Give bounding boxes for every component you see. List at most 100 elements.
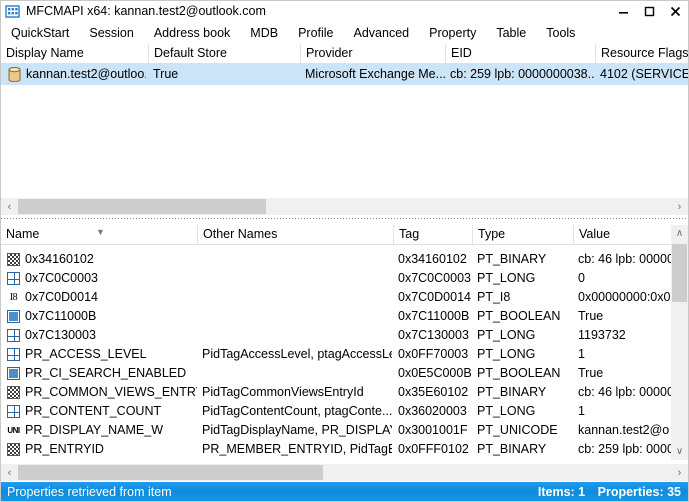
status-items-count: Items: 1: [537, 484, 586, 499]
long-icon: [7, 405, 20, 418]
property-cell-tag: 0x7C0D0014: [398, 290, 471, 304]
property-cell-value: True: [578, 309, 604, 323]
minimize-button[interactable]: [610, 1, 636, 22]
menu-item-mdb[interactable]: MDB: [240, 22, 288, 44]
property-cell-name: PR_CONTENT_COUNT: [25, 404, 162, 418]
property-column-tag[interactable]: Tag: [394, 225, 473, 244]
property-cell-type: PT_I8: [477, 290, 511, 304]
property-cell-type: PT_LONG: [477, 347, 536, 361]
binary-icon: [7, 253, 20, 266]
table-row[interactable]: 0x7C11000B 0x7C11000B PT_BOOLEAN True: [1, 307, 671, 326]
menu-item-address-book[interactable]: Address book: [144, 22, 240, 44]
property-cell-name: 0x7C0D0014: [25, 290, 98, 304]
property-cell-type: PT_BINARY: [477, 442, 547, 456]
vscroll-thumb[interactable]: [672, 244, 687, 302]
property-cell-tag: 0x7C0C0003: [398, 271, 471, 285]
property-list-vscrollbar[interactable]: ∧ ∨: [671, 225, 688, 460]
table-row[interactable]: PR_COMMON_VIEWS_ENTRYID PidTagCommonView…: [1, 383, 671, 402]
table-row[interactable]: 0x7C0C0003 0x7C0C0003 PT_LONG 0: [1, 269, 671, 288]
menu-bar: QuickStart Session Address book MDB Prof…: [1, 22, 688, 44]
menu-item-advanced[interactable]: Advanced: [344, 22, 420, 44]
menu-item-quickstart[interactable]: QuickStart: [1, 22, 79, 44]
property-cell-type: PT_LONG: [477, 328, 536, 342]
status-message: Properties retrieved from item: [7, 484, 172, 499]
title-bar: MFCMAPI x64: kannan.test2@outlook.com: [1, 1, 688, 22]
store-cell-display-name: kannan.test2@outloo...: [26, 67, 146, 81]
close-button[interactable]: [662, 1, 688, 22]
store-column-display-name[interactable]: Display Name: [1, 44, 149, 63]
hscroll-thumb[interactable]: [18, 199, 266, 214]
property-cell-value: cb: 259 lpb: 0000: [578, 442, 671, 456]
property-cell-value: 0x00000000:0x00: [578, 290, 671, 304]
property-cell-value: cb: 46 lpb: 00000: [578, 252, 671, 266]
property-cell-name: 0x7C0C0003: [25, 271, 98, 285]
property-cell-other-names: PidTagAccessLevel, ptagAccessLe...: [202, 347, 392, 361]
property-list-header: Name ▼ Other Names Tag Type Value: [1, 225, 671, 245]
sort-descending-icon: ▼: [96, 227, 105, 237]
store-list-row[interactable]: kannan.test2@outloo... True Microsoft Ex…: [1, 64, 688, 85]
property-cell-type: PT_BINARY: [477, 385, 547, 399]
hscroll-left-arrow-icon[interactable]: ‹: [1, 198, 18, 215]
property-column-value[interactable]: Value: [574, 225, 671, 244]
store-list-hscrollbar[interactable]: ‹ ›: [1, 198, 688, 215]
property-cell-other-names: PidTagContentCount, ptagConte...: [202, 404, 392, 418]
property-cell-name: 0x7C130003: [25, 328, 96, 342]
property-cell-other-names: [202, 288, 392, 307]
table-row[interactable]: I8 0x7C0D0014 0x7C0D0014 PT_I8 0x0000000…: [1, 288, 671, 307]
store-column-eid[interactable]: EID: [446, 44, 596, 63]
store-cylinder-icon: [8, 67, 21, 83]
property-column-type[interactable]: Type: [473, 225, 574, 244]
property-cell-other-names: [202, 269, 392, 288]
property-cell-tag: 0x35E60102: [398, 385, 469, 399]
table-row[interactable]: PR_ENTRYID PR_MEMBER_ENTRYID, PidTagEnt.…: [1, 440, 671, 459]
property-cell-name: PR_FINDER_ENTRYID: [25, 459, 197, 460]
splitter-grip: [1, 218, 688, 219]
property-cell-value: kannan.test2@o: [578, 423, 670, 437]
menu-item-property[interactable]: Property: [419, 22, 486, 44]
pane-splitter[interactable]: [1, 216, 688, 221]
property-column-other-names[interactable]: Other Names: [198, 225, 394, 244]
table-row[interactable]: PR_ACCESS_LEVEL PidTagAccessLevel, ptagA…: [1, 345, 671, 364]
property-cell-tag: 0x34160102: [398, 252, 467, 266]
hscroll-left-arrow-icon[interactable]: ‹: [1, 464, 18, 481]
store-cell-provider: Microsoft Exchange Me...: [305, 67, 445, 81]
property-cell-other-names: PR_MEMBER_ENTRYID, PidTagEnt...: [202, 442, 392, 456]
maximize-button[interactable]: [636, 1, 662, 22]
property-list-hscrollbar[interactable]: ‹ ›: [1, 464, 688, 481]
binary-icon: [7, 443, 20, 456]
property-cell-other-names: [202, 326, 392, 345]
property-cell-other-names: [202, 307, 392, 326]
property-cell-name: PR_ENTRYID: [25, 442, 104, 456]
table-row[interactable]: UNI PR_DISPLAY_NAME_W PidTagDisplayName,…: [1, 421, 671, 440]
property-cell-tag: 0x7C130003: [398, 328, 469, 342]
menu-item-table[interactable]: Table: [486, 22, 536, 44]
hscroll-right-arrow-icon[interactable]: ›: [671, 464, 688, 481]
vscroll-up-arrow-icon[interactable]: ∧: [671, 225, 688, 242]
menu-item-tools[interactable]: Tools: [536, 22, 585, 44]
property-cell-name: PR_DISPLAY_NAME_W: [25, 423, 164, 437]
menu-item-profile[interactable]: Profile: [288, 22, 343, 44]
hscroll-thumb[interactable]: [18, 465, 323, 480]
table-row[interactable]: PR_CI_SEARCH_ENABLED 0x0E5C000B PT_BOOLE…: [1, 364, 671, 383]
store-column-provider[interactable]: Provider: [301, 44, 446, 63]
menu-item-session[interactable]: Session: [79, 22, 143, 44]
property-cell-tag: 0x7C11000B: [398, 309, 470, 323]
store-column-default-store[interactable]: Default Store: [149, 44, 301, 63]
property-cell-tag: 0x3001001F: [398, 423, 468, 437]
table-row[interactable]: 0x34160102 0x34160102 PT_BINARY cb: 46 l…: [1, 250, 671, 269]
window-title: MFCMAPI x64: kannan.test2@outlook.com: [26, 4, 266, 18]
boolean-icon: [7, 367, 20, 380]
property-cell-type: PT_LONG: [477, 404, 536, 418]
table-row[interactable]: PR_FINDER_ENTRYID PidTagFinderEntryId 0x…: [1, 459, 671, 460]
binary-icon: [7, 386, 20, 399]
property-cell-other-names: PidTagCommonViewsEntryId: [202, 385, 364, 399]
table-row[interactable]: PR_CONTENT_COUNT PidTagContentCount, pta…: [1, 402, 671, 421]
table-row[interactable]: 0x7C130003 0x7C130003 PT_LONG 1193732: [1, 326, 671, 345]
hscroll-right-arrow-icon[interactable]: ›: [671, 198, 688, 215]
property-cell-value: True: [578, 366, 604, 380]
store-column-resource-flags[interactable]: Resource Flags: [596, 44, 688, 63]
property-cell-name: 0x7C11000B: [25, 309, 97, 323]
vscroll-down-arrow-icon[interactable]: ∨: [671, 443, 688, 460]
property-cell-tag: 0x0FF70003: [398, 347, 469, 361]
property-cell-value: 0: [578, 271, 585, 285]
